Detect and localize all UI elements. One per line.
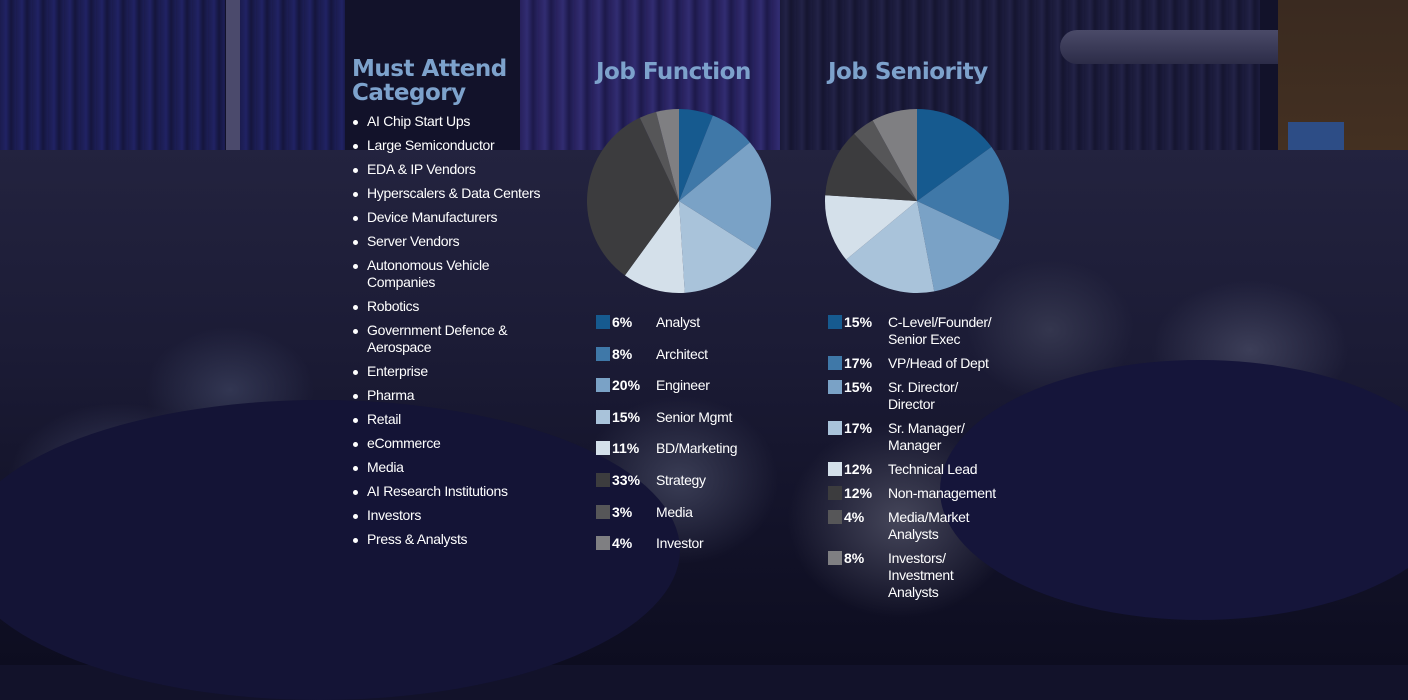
legend-swatch: [596, 504, 610, 519]
legend-swatch: [828, 551, 842, 565]
category-item: Investors: [352, 507, 552, 524]
legend-item: 4% Investor: [596, 535, 796, 567]
category-item: Pharma: [352, 387, 552, 404]
category-item: Device Manufacturers: [352, 209, 552, 226]
legend-swatch: [596, 409, 610, 424]
legend-item: 12% Technical Lead: [828, 461, 1028, 478]
legend-percent: 17%: [844, 420, 873, 436]
must-attend-category-section: Must Attend Category AI Chip Start Ups La…: [352, 57, 552, 555]
legend-swatch: [828, 356, 842, 370]
legend-percent: 15%: [844, 314, 873, 330]
legend-item: 33% Strategy: [596, 472, 796, 504]
legend-percent: 12%: [844, 485, 873, 501]
legend-label: Technical Lead: [888, 461, 978, 477]
legend-label: Non-management: [888, 485, 996, 501]
must-attend-title: Must Attend Category: [352, 57, 552, 105]
job-function-pie-chart: [587, 109, 771, 293]
category-item: EDA & IP Vendors: [352, 161, 552, 178]
legend-label: VP/Head of Dept: [888, 355, 989, 371]
legend-percent: 4%: [612, 535, 633, 552]
legend-percent: 17%: [844, 355, 873, 371]
legend-percent: 8%: [612, 345, 633, 362]
legend-item: 11% BD/Marketing: [596, 440, 796, 472]
legend-item: 20% Engineer: [596, 377, 796, 409]
legend-percent: 8%: [844, 550, 865, 566]
legend-item: 15% Sr. Director/Director: [828, 379, 1028, 413]
category-item: Hyperscalers & Data Centers: [352, 185, 552, 202]
legend-label: Media: [656, 503, 693, 520]
job-seniority-pie-chart: [825, 109, 1009, 293]
legend-item: 8% Investors/Investment Analysts: [828, 550, 1028, 601]
legend-percent: 12%: [844, 461, 873, 477]
legend-label: Investor: [656, 535, 704, 552]
category-item: Robotics: [352, 298, 552, 315]
legend-label: Investors/Investment Analysts: [888, 550, 954, 600]
legend-item: 12% Non-management: [828, 485, 1028, 502]
legend-label: Media/Market Analysts: [888, 509, 970, 542]
legend-label: Strategy: [656, 471, 706, 488]
category-item: Server Vendors: [352, 233, 552, 250]
category-item: Retail: [352, 411, 552, 428]
job-function-legend: 6% Analyst 8% Architect 20% Engineer 15% Senior…: [596, 314, 796, 567]
legend-percent: 4%: [844, 509, 865, 525]
legend-percent: 33%: [612, 471, 641, 488]
legend-label: Senior Mgmt: [656, 408, 733, 425]
category-list: AI Chip Start Ups Large Semiconductor EDA …: [352, 113, 552, 548]
category-item: Enterprise: [352, 363, 552, 380]
job-seniority-legend: 15% C-Level/Founder/Senior Exec 17% VP/Head…: [828, 314, 1028, 608]
title-line-1: Must Attend: [352, 56, 507, 82]
category-item: AI Chip Start Ups: [352, 113, 552, 130]
job-seniority-title: Job Seniority: [828, 59, 988, 85]
legend-label: Sr. Manager/Manager: [888, 420, 965, 453]
legend-item: 6% Analyst: [596, 314, 796, 346]
legend-swatch: [828, 510, 842, 524]
legend-swatch: [596, 472, 610, 487]
legend-percent: 20%: [612, 377, 641, 394]
legend-swatch: [596, 441, 610, 456]
category-item: Press & Analysts: [352, 531, 552, 548]
legend-percent: 3%: [612, 503, 633, 520]
legend-percent: 6%: [612, 314, 633, 330]
legend-item: 17% VP/Head of Dept: [828, 355, 1028, 372]
title-line-2: Category: [352, 80, 466, 106]
legend-item: 15% C-Level/Founder/Senior Exec: [828, 314, 1028, 348]
legend-percent: 15%: [612, 408, 641, 425]
category-item: AI Research Institutions: [352, 483, 552, 500]
legend-label: Analyst: [656, 314, 700, 330]
legend-swatch: [596, 315, 610, 329]
legend-label: BD/Marketing: [656, 440, 738, 457]
legend-item: 17% Sr. Manager/Manager: [828, 420, 1028, 454]
air-duct: [1060, 30, 1300, 64]
legend-swatch: [828, 380, 842, 394]
legend-swatch: [596, 378, 610, 393]
legend-item: 3% Media: [596, 504, 796, 536]
legend-item: 8% Architect: [596, 346, 796, 378]
legend-swatch: [596, 346, 610, 361]
legend-percent: 11%: [612, 440, 640, 457]
category-item: Media: [352, 459, 552, 476]
job-function-title: Job Function: [596, 59, 751, 85]
category-item: Autonomous Vehicle Companies: [352, 257, 552, 291]
legend-swatch: [828, 315, 842, 329]
legend-label: Architect: [656, 345, 708, 362]
legend-item: 4% Media/Market Analysts: [828, 509, 1028, 543]
legend-swatch: [596, 536, 610, 551]
legend-percent: 15%: [844, 379, 873, 395]
category-item: Large Semiconductor: [352, 137, 552, 154]
legend-label: C-Level/Founder/Senior Exec: [888, 314, 992, 347]
legend-swatch: [828, 462, 842, 476]
legend-label: Sr. Director/Director: [888, 379, 959, 412]
legend-swatch: [828, 486, 842, 500]
legend-swatch: [828, 421, 842, 435]
category-item: eCommerce: [352, 435, 552, 452]
category-item: Government Defence & Aerospace: [352, 322, 552, 356]
legend-label: Engineer: [656, 377, 710, 394]
legend-item: 15% Senior Mgmt: [596, 409, 796, 441]
